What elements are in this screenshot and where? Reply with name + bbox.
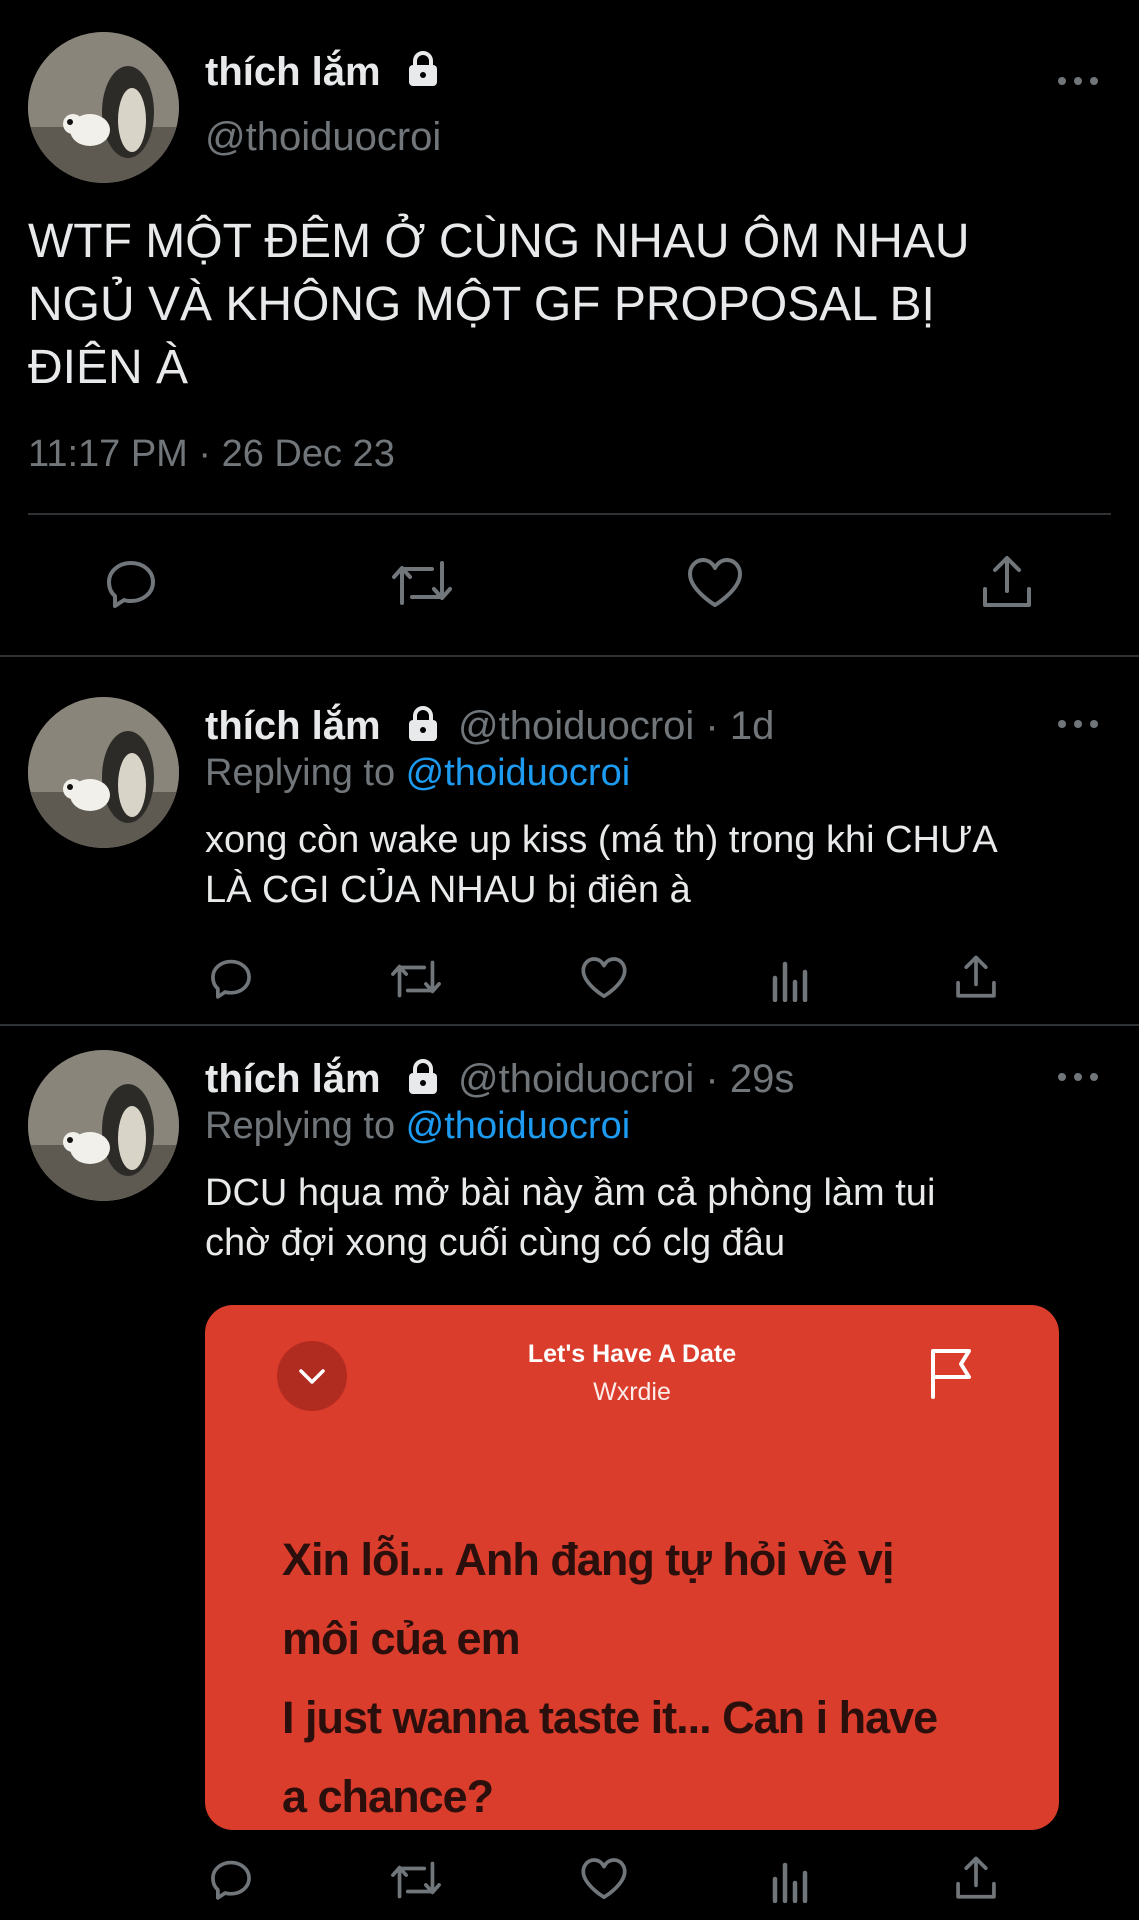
display-name[interactable]: thích lắm <box>205 50 381 95</box>
retweet-icon[interactable] <box>388 1858 444 1902</box>
replying-to-handle[interactable]: @thoiduocroi <box>406 1105 630 1147</box>
replying-to-label: Replying to <box>205 752 406 794</box>
views-icon[interactable] <box>771 1857 811 1903</box>
avatar[interactable] <box>28 697 179 848</box>
avatar[interactable] <box>28 1050 179 1201</box>
tweet-text: DCU hqua mở bài này ầm cả phòng làm tui … <box>205 1168 935 1268</box>
reply-icon[interactable] <box>103 555 159 611</box>
handle-time[interactable]: @thoiduocroi · 1d <box>458 704 774 749</box>
lyric-line: I just wanna taste it... Can i have <box>282 1692 938 1743</box>
share-icon[interactable] <box>980 553 1034 611</box>
tweet-text-line: LÀ CGI CỦA NHAU bị điên à <box>205 869 691 911</box>
divider <box>0 655 1139 657</box>
retweet-icon[interactable] <box>388 957 444 1001</box>
replying-to-label: Replying to <box>205 1105 406 1147</box>
lyrics: Xin lỗi... Anh đang tự hỏi về vị môi của… <box>282 1520 1022 1830</box>
like-icon[interactable] <box>686 557 744 609</box>
replying-to-handle[interactable]: @thoiduocroi <box>406 752 630 794</box>
reply-icon[interactable] <box>208 1856 254 1902</box>
flag-icon[interactable] <box>927 1347 977 1404</box>
lyric-line: môi của em <box>282 1613 521 1664</box>
display-name[interactable]: thích lắm <box>205 704 381 749</box>
tweet-text: xong còn wake up kiss (má th) trong khi … <box>205 815 998 915</box>
avatar[interactable] <box>28 32 179 183</box>
tweet-text: WTF MỘT ĐÊM Ở CÙNG NHAU ÔM NHAU NGỦ VÀ K… <box>28 210 970 399</box>
tweet-text-line: ĐIÊN À <box>28 341 189 394</box>
lock-icon <box>403 703 443 743</box>
handle[interactable]: @thoiduocroi <box>205 115 441 160</box>
share-icon[interactable] <box>954 1854 998 1902</box>
reply-icon[interactable] <box>208 955 254 1001</box>
like-icon[interactable] <box>580 956 628 1000</box>
tweet-text-line: chờ đợi xong cuối cùng có clg đâu <box>205 1222 786 1264</box>
share-icon[interactable] <box>954 953 998 1001</box>
like-icon[interactable] <box>580 1857 628 1901</box>
more-icon[interactable] <box>1058 74 1098 88</box>
lock-icon <box>403 1056 443 1096</box>
more-icon[interactable] <box>1058 1070 1098 1084</box>
retweet-icon[interactable] <box>388 557 456 609</box>
more-icon[interactable] <box>1058 717 1098 731</box>
tweet-text-line: xong còn wake up kiss (má th) trong khi … <box>205 819 998 861</box>
lock-icon <box>403 48 443 88</box>
lyric-line: a chance? <box>282 1771 494 1822</box>
views-icon[interactable] <box>771 956 811 1002</box>
lyric-line: Xin lỗi... Anh đang tự hỏi về vị <box>282 1534 894 1585</box>
timestamp-divider <box>28 513 1111 515</box>
tweet-text-line: WTF MỘT ĐÊM Ở CÙNG NHAU ÔM NHAU <box>28 215 970 268</box>
tweet-text-line: NGỦ VÀ KHÔNG MỘT GF PROPOSAL BỊ <box>28 278 935 331</box>
replying-to: Replying to @thoiduocroi <box>205 752 630 795</box>
timestamp[interactable]: 11:17 PM · 26 Dec 23 <box>28 433 395 476</box>
display-name[interactable]: thích lắm <box>205 1057 381 1102</box>
replying-to: Replying to @thoiduocroi <box>205 1105 630 1148</box>
tweet-text-line: DCU hqua mở bài này ầm cả phòng làm tui <box>205 1172 936 1214</box>
divider <box>0 1024 1139 1026</box>
handle-time[interactable]: @thoiduocroi · 29s <box>458 1057 794 1102</box>
lyrics-card[interactable]: Let's Have A Date Wxrdie Xin lỗi... Anh … <box>205 1305 1059 1830</box>
